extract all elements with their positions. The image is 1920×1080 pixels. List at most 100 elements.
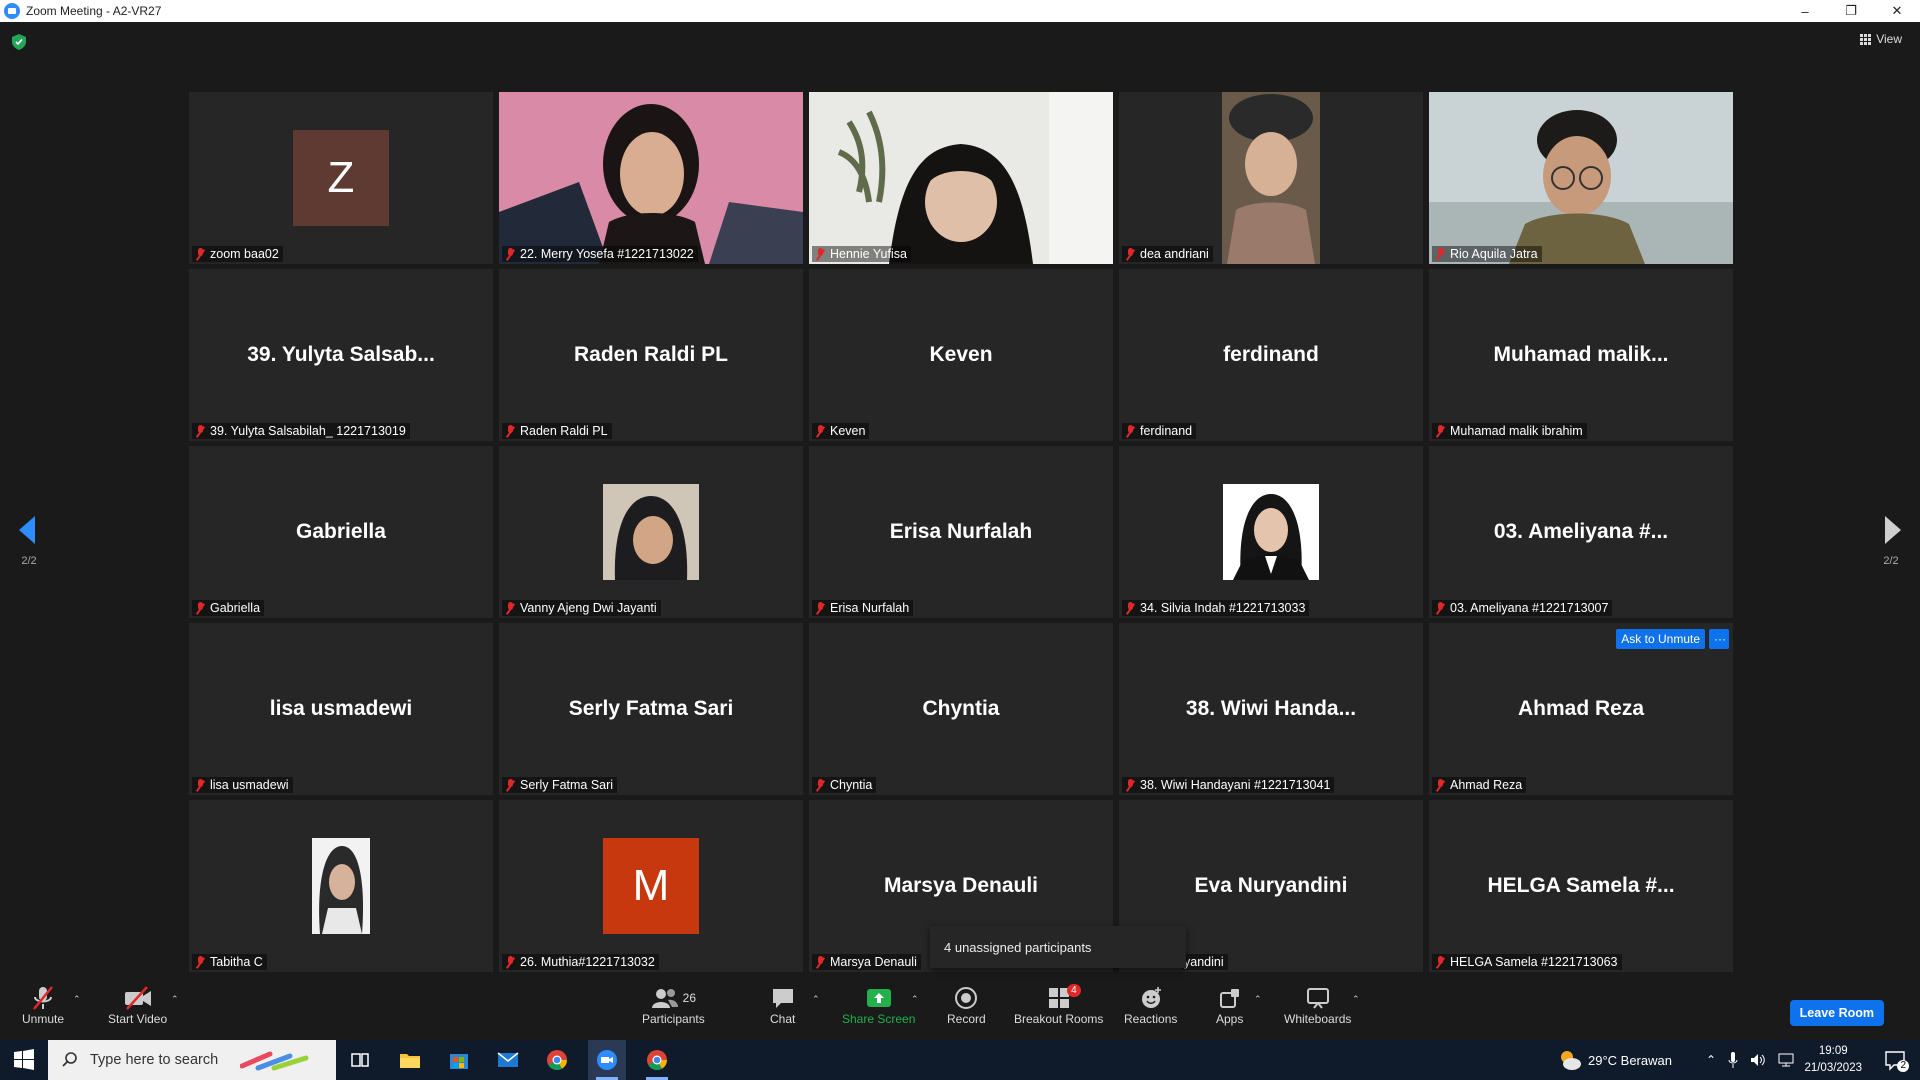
restore-button[interactable]: ❐ <box>1828 0 1874 22</box>
leave-room-button[interactable]: Leave Room <box>1789 1000 1884 1026</box>
taskbar-search-box[interactable]: Type here to search <box>48 1040 336 1080</box>
participant-label: 39. Yulyta Salsabilah_ 1221713019 <box>192 423 410 439</box>
participant-name: 39. Yulyta Salsabilah_ 1221713019 <box>210 424 406 438</box>
muted-mic-icon <box>1125 778 1136 792</box>
muted-mic-icon <box>195 424 206 438</box>
taskbar-clock[interactable]: 19:09 21/03/2023 <box>1804 1043 1862 1077</box>
muted-mic-icon <box>505 601 516 615</box>
notification-center-icon[interactable]: 2 <box>1884 1049 1909 1072</box>
speaker-icon[interactable] <box>1750 1052 1766 1068</box>
unmute-label: Unmute <box>22 1012 65 1026</box>
video-tile[interactable]: Serly Fatma Sari Serly Fatma Sari <box>499 623 803 795</box>
video-tile[interactable]: Erisa Nurfalah Erisa Nurfalah <box>809 446 1113 618</box>
weather-widget[interactable]: 29°C Berawan <box>1558 1040 1672 1080</box>
video-tile[interactable]: Ask to Unmute ··· Ahmad Reza Ahmad Reza <box>1429 623 1733 795</box>
video-tile[interactable]: Chyntia Chyntia <box>809 623 1113 795</box>
close-button[interactable]: ✕ <box>1874 0 1920 22</box>
zoom-app-icon <box>4 3 20 19</box>
chat-options-chevron-icon[interactable]: ⌃ <box>812 994 820 1005</box>
tray-chevron-up-icon[interactable]: ⌃ <box>1706 1053 1716 1067</box>
video-tile[interactable]: Raden Raldi PL Raden Raldi PL <box>499 269 803 441</box>
more-options-button[interactable]: ··· <box>1709 629 1729 649</box>
task-view-icon[interactable] <box>349 1049 371 1071</box>
microsoft-store-icon[interactable] <box>448 1049 470 1071</box>
video-tile[interactable]: Keven Keven <box>809 269 1113 441</box>
notification-count: 2 <box>1897 1060 1909 1072</box>
video-tile[interactable]: lisa usmadewi lisa usmadewi <box>189 623 493 795</box>
share-screen-label: Share Screen <box>842 1012 916 1026</box>
participant-name: Gabriella <box>210 601 261 615</box>
video-tile[interactable]: 22. Merry Yosefa #1221713022 <box>499 92 803 264</box>
video-tile[interactable]: Hennie Yufisa <box>809 92 1113 264</box>
participants-button[interactable]: 26 Participants <box>642 984 705 1026</box>
next-page-arrow-icon[interactable] <box>1885 516 1901 544</box>
participant-label: Hennie Yufisa <box>812 246 911 262</box>
participant-display-name: Eva Nuryandini <box>1194 874 1348 897</box>
video-tile[interactable]: Muhamad malik... Muhamad malik ibrahim <box>1429 269 1733 441</box>
participant-display-name: Marsya Denauli <box>883 874 1039 897</box>
participant-display-name: Raden Raldi PL <box>573 343 729 366</box>
participant-display-name: ferdinand <box>1223 343 1319 366</box>
share-options-chevron-icon[interactable]: ⌃ <box>911 994 919 1005</box>
start-video-label: Start Video <box>108 1012 168 1026</box>
whiteboards-options-chevron-icon[interactable]: ⌃ <box>1352 994 1360 1005</box>
windows-start-icon[interactable] <box>13 1049 35 1071</box>
muted-mic-icon <box>1125 601 1136 615</box>
breakout-rooms-icon: 4 <box>1047 984 1081 1012</box>
whiteboards-button[interactable]: Whiteboards <box>1284 984 1351 1026</box>
participant-label: Vanny Ajeng Dwi Jayanti <box>502 600 661 616</box>
participant-name: Tabitha C <box>210 955 263 969</box>
unmute-button[interactable]: Unmute <box>22 984 64 1026</box>
participant-label: Rio Aquila Jatra <box>1432 246 1542 262</box>
chat-button[interactable]: Chat <box>770 984 795 1026</box>
participant-name: Marsya Denauli <box>830 955 917 969</box>
video-tile[interactable]: 03. Ameliyana #... 03. Ameliyana #122171… <box>1429 446 1733 618</box>
microphone-icon[interactable] <box>1728 1052 1738 1068</box>
apps-button[interactable]: Apps <box>1216 984 1243 1026</box>
window-titlebar: Zoom Meeting - A2-VR27 – ❐ ✕ <box>0 0 1920 22</box>
file-explorer-icon[interactable] <box>399 1049 421 1071</box>
participant-label: HELGA Samela #1221713063 <box>1432 954 1622 970</box>
network-icon[interactable] <box>1778 1052 1796 1068</box>
video-tile[interactable]: Tabitha C <box>189 800 493 972</box>
video-tile[interactable]: 34. Silvia Indah #1221713033 <box>1119 446 1423 618</box>
video-tile[interactable]: 39. Yulyta Salsab... 39. Yulyta Salsabil… <box>189 269 493 441</box>
audio-options-chevron-icon[interactable]: ⌃ <box>73 994 81 1005</box>
chrome-icon[interactable] <box>546 1049 568 1071</box>
share-screen-button[interactable]: Share Screen <box>842 984 915 1026</box>
participants-icon: 26 <box>651 984 696 1012</box>
video-tile[interactable]: Rio Aquila Jatra <box>1429 92 1733 264</box>
participant-display-name: 38. Wiwi Handa... <box>1185 697 1357 720</box>
video-tile[interactable]: HELGA Samela #... HELGA Samela #12217130… <box>1429 800 1733 972</box>
apps-icon <box>1219 984 1241 1012</box>
participant-name: 03. Ameliyana #1221713007 <box>1450 601 1609 615</box>
previous-page-arrow-icon[interactable] <box>19 516 35 544</box>
video-tile[interactable]: 38. Wiwi Handa... 38. Wiwi Handayani #12… <box>1119 623 1423 795</box>
participant-display-name: 39. Yulyta Salsab... <box>247 343 435 366</box>
view-button[interactable]: View <box>1860 32 1902 46</box>
participant-display-name: Gabriella <box>296 520 386 543</box>
reactions-button[interactable]: Reactions <box>1124 984 1177 1026</box>
apps-options-chevron-icon[interactable]: ⌃ <box>1254 994 1262 1005</box>
video-tile[interactable]: ferdinand ferdinand <box>1119 269 1423 441</box>
mail-icon[interactable] <box>497 1049 519 1071</box>
participants-label: Participants <box>642 1012 705 1026</box>
breakout-rooms-button[interactable]: 4 Breakout Rooms <box>1014 984 1103 1026</box>
video-gallery: Z zoom baa02 22. Merry Yosefa #122171302… <box>189 92 1733 972</box>
chrome-profile-icon[interactable] <box>646 1049 668 1071</box>
ask-to-unmute-button[interactable]: Ask to Unmute <box>1616 629 1705 649</box>
record-button[interactable]: Record <box>947 984 986 1026</box>
security-shield-icon[interactable] <box>12 34 26 50</box>
zoom-icon[interactable] <box>596 1049 618 1071</box>
search-highlight-crayons-icon <box>240 1051 309 1071</box>
minimize-button[interactable]: – <box>1782 0 1828 22</box>
video-tile[interactable]: Vanny Ajeng Dwi Jayanti <box>499 446 803 618</box>
video-tile[interactable]: M 26. Muthia#1221713032 <box>499 800 803 972</box>
start-video-button[interactable]: Start Video <box>108 984 167 1026</box>
video-tile[interactable]: Z zoom baa02 <box>189 92 493 264</box>
video-tile[interactable]: dea andriani <box>1119 92 1423 264</box>
muted-mic-icon <box>815 955 826 969</box>
participant-label: 22. Merry Yosefa #1221713022 <box>502 246 698 262</box>
video-tile[interactable]: Gabriella Gabriella <box>189 446 493 618</box>
video-options-chevron-icon[interactable]: ⌃ <box>171 994 179 1005</box>
